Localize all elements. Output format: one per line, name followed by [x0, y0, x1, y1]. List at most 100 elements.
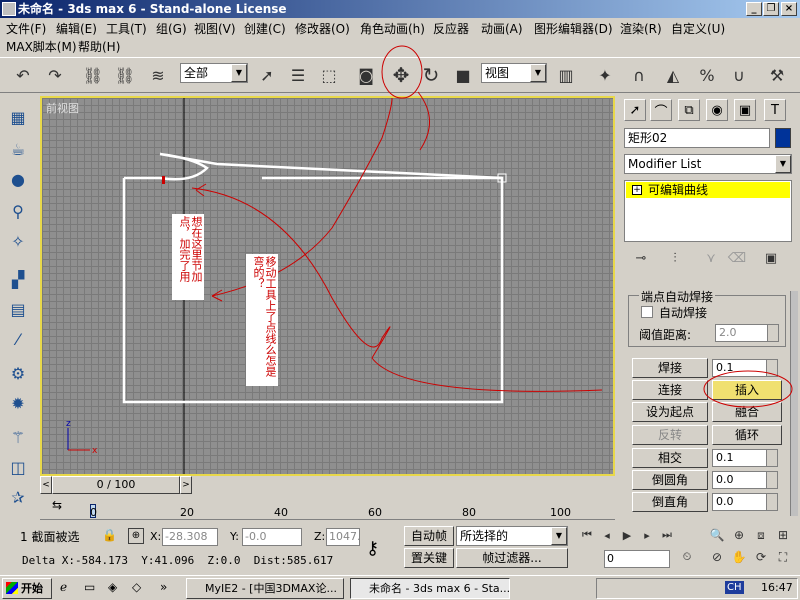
key-mode-dropdown[interactable]: 所选择的 ▼: [456, 526, 568, 546]
unlink-icon[interactable]: ⛓: [112, 62, 138, 88]
maximize-button[interactable]: ❐: [763, 2, 779, 16]
arc-rotate-icon[interactable]: ⟳: [752, 548, 770, 566]
cylinder-icon[interactable]: ▤: [6, 297, 30, 321]
snaps-toggle-icon[interactable]: ∩: [626, 62, 652, 88]
slider-prev-icon[interactable]: <: [40, 476, 52, 494]
cycle-button[interactable]: 循环: [712, 425, 782, 445]
wand-icon[interactable]: ⁄: [6, 327, 30, 351]
quicklaunch-ie-icon[interactable]: ℯ: [60, 580, 67, 594]
make-first-button[interactable]: 设为起点: [632, 402, 708, 422]
pin-stack-icon[interactable]: ⊸: [630, 247, 652, 269]
menu-modifiers[interactable]: 修改器(O): [295, 20, 350, 37]
menu-tools[interactable]: 工具(T): [106, 20, 147, 37]
cross-insert-button[interactable]: 相交: [632, 448, 708, 468]
zoom-icon[interactable]: 🔍: [708, 526, 726, 544]
bind-space-warp-icon[interactable]: ≋: [145, 62, 171, 88]
undo-icon[interactable]: ↶: [10, 62, 36, 88]
teapot-icon[interactable]: ☕: [6, 137, 30, 161]
redo-icon[interactable]: ↷: [42, 62, 68, 88]
reference-coordinate-dropdown[interactable]: 视图 ▼: [481, 63, 547, 83]
percent-snap-icon[interactable]: %: [694, 62, 720, 88]
remove-modifier-icon[interactable]: ⌫: [726, 247, 748, 269]
track-bar[interactable]: ⇆ 0 20 40 60 80 100: [40, 496, 615, 520]
angle-snap-icon[interactable]: ◭: [660, 62, 686, 88]
slider-next-icon[interactable]: >: [180, 476, 192, 494]
field-of-view-icon[interactable]: ⊘: [708, 548, 726, 566]
selection-filter-dropdown[interactable]: 全部 ▼: [180, 63, 248, 83]
chamfer-spinner[interactable]: 0.0: [712, 493, 778, 511]
select-and-scale-icon[interactable]: ■: [450, 62, 476, 88]
connect-button[interactable]: 连接: [632, 380, 708, 400]
auto-key-button[interactable]: 自动帧: [404, 526, 454, 546]
helper-icon[interactable]: ✧: [6, 229, 30, 253]
menu-view[interactable]: 视图(V): [194, 20, 236, 37]
show-end-result-icon[interactable]: ⫶: [664, 247, 686, 269]
language-indicator[interactable]: CH: [725, 581, 744, 594]
menu-rendering[interactable]: 渲染(R): [620, 20, 662, 37]
menu-file[interactable]: 文件(F): [6, 20, 46, 37]
spinner-snap-icon[interactable]: ∪: [726, 62, 752, 88]
go-to-start-icon[interactable]: ⏮: [578, 526, 596, 544]
rectangular-selection-icon[interactable]: ⬚: [316, 62, 342, 88]
auto-weld-checkbox[interactable]: [641, 306, 653, 318]
configure-sets-icon[interactable]: ▣: [760, 247, 782, 269]
sphere-icon[interactable]: ●: [6, 167, 30, 191]
close-button[interactable]: ×: [781, 2, 797, 16]
menu-animation[interactable]: 动画(A): [481, 20, 523, 37]
menu-character[interactable]: 角色动画(h): [360, 20, 425, 37]
chamfer-button[interactable]: 倒直角: [632, 492, 708, 512]
create-tab-icon[interactable]: ➚: [624, 99, 646, 121]
stack-item-editable-spline[interactable]: + 可编辑曲线: [626, 182, 790, 198]
chevron-right-icon[interactable]: »: [160, 580, 167, 594]
previous-frame-icon[interactable]: ◂: [598, 526, 616, 544]
weld-button[interactable]: 焊接: [632, 358, 708, 378]
zoom-extents-icon[interactable]: ⧈: [752, 526, 770, 544]
utilities-tab-icon[interactable]: T: [764, 99, 786, 121]
frame-indicator[interactable]: 0 / 100: [52, 476, 180, 494]
pivot-center-icon[interactable]: ▥: [553, 62, 579, 88]
time-config-icon[interactable]: ⏲: [678, 548, 696, 566]
play-icon[interactable]: ▶: [618, 526, 636, 544]
menu-create[interactable]: 创建(C): [244, 20, 286, 37]
quicklaunch-app-icon[interactable]: ◈: [108, 580, 117, 594]
figure-icon[interactable]: ✰: [6, 485, 30, 509]
camera-icon[interactable]: ◫: [6, 455, 30, 479]
gear-icon[interactable]: ✹: [6, 391, 30, 415]
minimize-button[interactable]: _: [746, 2, 762, 16]
menu-help[interactable]: 帮助(H): [78, 38, 120, 55]
select-object-icon[interactable]: ➚: [254, 62, 280, 88]
threshold-spinner[interactable]: 2.0: [715, 324, 779, 342]
fillet-spinner[interactable]: 0.0: [712, 471, 778, 489]
set-key-button[interactable]: 置关键: [404, 548, 454, 568]
go-to-end-icon[interactable]: ⏭: [658, 526, 676, 544]
z-coordinate-field[interactable]: 1047.: [326, 528, 360, 546]
menu-graph-editors[interactable]: 图形编辑器(D): [534, 20, 613, 37]
x-coordinate-field[interactable]: -28.308: [162, 528, 218, 546]
object-color-swatch[interactable]: [775, 128, 791, 148]
key-icon[interactable]: ⚷: [366, 538, 379, 559]
bone-icon[interactable]: ⚚: [6, 425, 30, 449]
track-bar-icon[interactable]: ⇆: [52, 498, 76, 516]
y-coordinate-field[interactable]: -0.0: [242, 528, 302, 546]
named-selection-icon[interactable]: ⚒: [764, 62, 790, 88]
make-unique-icon[interactable]: ⋎: [700, 247, 722, 269]
menu-customize[interactable]: 自定义(U): [671, 20, 725, 37]
menu-group[interactable]: 组(G): [156, 20, 187, 37]
checker-icon[interactable]: ▞: [6, 267, 30, 291]
fillet-button[interactable]: 倒圆角: [632, 470, 708, 490]
key-filters-button[interactable]: 帧过滤器...: [456, 548, 568, 568]
menu-reactor[interactable]: 反应器: [433, 20, 469, 37]
modifier-list-dropdown[interactable]: Modifier List ▼: [624, 154, 792, 174]
absolute-mode-icon[interactable]: ⊕: [128, 528, 144, 544]
quicklaunch-desktop-icon[interactable]: ▭: [84, 580, 95, 594]
current-frame-field[interactable]: 0: [604, 550, 670, 568]
modify-tab-icon[interactable]: ⌒: [650, 99, 672, 121]
expand-icon[interactable]: +: [632, 185, 642, 195]
reverse-button[interactable]: 反转: [632, 425, 708, 445]
pan-icon[interactable]: ✋: [730, 548, 748, 566]
hierarchy-tab-icon[interactable]: ⧉: [678, 99, 700, 121]
time-slider[interactable]: < 0 / 100 >: [40, 476, 615, 494]
light-icon[interactable]: ⚲: [6, 199, 30, 223]
start-button[interactable]: 开始: [2, 578, 52, 599]
tool-icon[interactable]: ⚙: [6, 361, 30, 385]
